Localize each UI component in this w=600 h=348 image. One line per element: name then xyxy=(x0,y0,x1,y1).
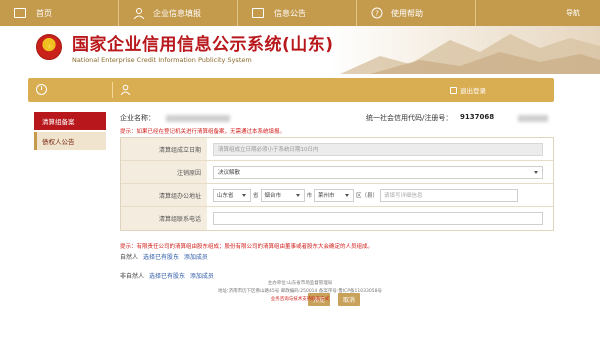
add-member-link[interactable]: 添加成员 xyxy=(184,254,208,261)
filing-tip: 提示：如果已经在登记机关进行清算组备案，无需通过本系统填报。 xyxy=(120,129,286,135)
nav-guide-link[interactable]: 导航 xyxy=(566,8,580,18)
phone-label: 清算组联系电话 xyxy=(121,207,207,230)
reason-select[interactable]: 决议解散 xyxy=(213,165,543,179)
footer-address: 地址:济南市历下区佛山路45号 邮政编码:250014 备案序号:鲁ICP备11… xyxy=(218,289,382,294)
sidebar-item-label: 债权人公告 xyxy=(42,138,75,146)
nav-help-label: 使用帮助 xyxy=(391,8,423,18)
sidebar: 清算组备案 债权人公告 xyxy=(34,112,106,150)
person-icon xyxy=(133,7,145,19)
district-select-value: 莱州市 xyxy=(318,193,335,199)
user-icon xyxy=(120,84,131,95)
district-unit: 区（县） xyxy=(356,193,379,199)
nav-announcements-label: 信息公告 xyxy=(274,8,306,18)
logout-label: 退出登录 xyxy=(460,87,486,95)
non-natural-person-row: 非自然人 选择已有股东 添加成员 xyxy=(120,271,214,280)
province-select-value: 山东省 xyxy=(217,193,234,199)
chevron-down-icon xyxy=(534,170,538,174)
city-select-value: 烟台市 xyxy=(264,193,282,199)
chevron-down-icon xyxy=(345,193,350,197)
date-label: 清算组成立日期 xyxy=(121,138,207,160)
toolbar-divider xyxy=(112,82,113,98)
nav-home-label: 首页 xyxy=(36,8,52,18)
logout-icon xyxy=(450,86,457,94)
reason-label: 注销原因 xyxy=(121,161,207,183)
site-subtitle: National Enterprise Credit Information P… xyxy=(72,56,252,64)
help-icon: ? xyxy=(371,7,383,19)
chevron-down-icon xyxy=(242,193,246,197)
site-banner: ★ 国家企业信用信息公示系统(山东) National Enterprise C… xyxy=(0,26,600,74)
add-member-link[interactable]: 添加成员 xyxy=(190,273,214,280)
nav-enterprise-report-label: 企业信息填报 xyxy=(153,8,201,18)
mountain-illustration xyxy=(340,34,600,74)
sidebar-item-label: 清算组备案 xyxy=(42,118,75,126)
uscc-label: 统一社会信用代码/注册号： xyxy=(366,114,453,122)
user-toolbar: 退出登录 xyxy=(28,78,554,102)
uscc-value: 9137068 xyxy=(460,113,495,121)
city-unit: 市 xyxy=(306,193,313,199)
member-tip: 提示：有限责任公司的清算组由股东组成；股份有限公司的清算组由董事或者股东大会确定… xyxy=(120,244,374,250)
nav-announcements[interactable]: 信息公告 xyxy=(238,0,356,26)
liquidation-form: 清算组成立日期 清算组成立日期必须小于系统日期10日内 注销原因 决议解散 清算… xyxy=(120,137,554,231)
natural-person-row: 自然人 选择已有股东 添加成员 xyxy=(120,252,208,261)
non-natural-person-label: 非自然人 xyxy=(120,273,145,280)
sidebar-item-liquidation-filing[interactable]: 清算组备案 xyxy=(34,112,106,130)
svg-text:?: ? xyxy=(375,10,379,18)
national-emblem-icon: ★ xyxy=(36,34,62,60)
form-row-date: 清算组成立日期 清算组成立日期必须小于系统日期10日内 xyxy=(121,138,553,161)
form-row-phone: 清算组联系电话 xyxy=(121,207,553,230)
company-info-row: 企业名称： 统一社会信用代码/注册号： 9137068 xyxy=(120,113,554,125)
province-select[interactable]: 山东省 xyxy=(213,188,251,202)
top-navigation: 首页 企业信息填报 信息公告 ? 使用帮助 导航 xyxy=(0,0,600,26)
reason-select-value: 决议解散 xyxy=(218,170,241,176)
date-input[interactable]: 清算组成立日期必须小于系统日期10日内 xyxy=(213,142,543,156)
nav-home[interactable]: 首页 xyxy=(0,0,118,26)
select-existing-shareholder-link[interactable]: 选择已有股东 xyxy=(143,254,179,261)
address-detail-input[interactable]: 请填写详细信息 xyxy=(380,188,519,202)
city-select[interactable]: 烟台市 xyxy=(260,188,305,202)
nav-help[interactable]: ? 使用帮助 xyxy=(357,0,475,26)
form-row-reason: 注销原因 决议解散 xyxy=(121,161,553,184)
province-unit: 省 xyxy=(253,193,259,199)
form-row-address: 清算组办公地址 山东省 省 烟台市 市 莱州市 区（县） 请填写详细信息 xyxy=(121,184,553,207)
company-name-redacted xyxy=(166,115,230,122)
sidebar-item-creditor-notice[interactable]: 债权人公告 xyxy=(34,132,106,150)
footer-support-link[interactable]: 业务咨询与技术支持联系方式 xyxy=(0,296,600,304)
address-label: 清算组办公地址 xyxy=(121,184,207,206)
chevron-down-icon xyxy=(295,193,300,197)
clock-icon xyxy=(36,84,47,95)
natural-person-label: 自然人 xyxy=(120,254,139,261)
district-select[interactable]: 莱州市 xyxy=(314,188,355,202)
company-name-label: 企业名称： xyxy=(120,114,155,122)
phone-input[interactable] xyxy=(213,212,543,225)
logout-button[interactable]: 退出登录 xyxy=(450,85,486,95)
page-footer: 主办单位:山东省市场监督管理局 地址:济南市历下区佛山路45号 邮政编码:250… xyxy=(0,280,600,304)
select-existing-shareholder-link[interactable]: 选择已有股东 xyxy=(149,273,185,280)
footer-sponsor: 主办单位:山东省市场监督管理局 xyxy=(267,281,333,286)
uscc-redacted xyxy=(518,115,548,122)
nav-divider xyxy=(475,0,476,26)
site-title: 国家企业信用信息公示系统(山东) xyxy=(72,35,334,55)
document-icon xyxy=(252,8,264,18)
home-icon xyxy=(14,8,26,18)
nav-enterprise-report[interactable]: 企业信息填报 xyxy=(119,0,237,26)
